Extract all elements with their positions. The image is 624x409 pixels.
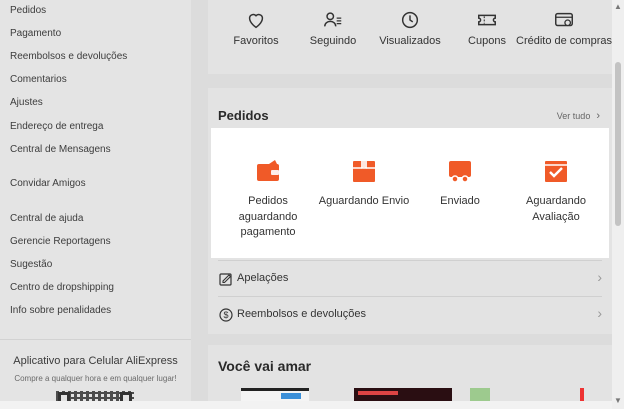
app-promo-title: Aplicativo para Celular AliExpress — [13, 355, 178, 367]
appeals-row[interactable]: Apelações › — [218, 260, 602, 296]
quick-links-card: Favoritos Seguindo Visualizados Cupons C… — [208, 0, 612, 74]
edit-icon — [219, 273, 232, 286]
order-status-label: Pedidos aguardando pagamento — [238, 195, 298, 238]
scroll-down-icon[interactable]: ▼ — [614, 396, 622, 405]
see-all-label: Ver tudo — [556, 111, 591, 121]
svg-text:$: $ — [223, 310, 228, 320]
user-follow-icon — [324, 12, 342, 27]
coupon-icon — [478, 14, 496, 26]
wallet-icon — [257, 160, 279, 181]
account-sidebar: Pedidos Pagamento Reembolsos e devoluçõe… — [0, 0, 191, 409]
order-status-awaiting-review[interactable]: Aguardando Avaliação — [508, 128, 604, 225]
clock-icon — [401, 11, 419, 29]
see-all-link[interactable]: Ver tudo › — [557, 110, 600, 122]
chevron-right-icon: › — [597, 269, 602, 285]
truck-icon — [449, 161, 471, 183]
orders-title: Pedidos — [218, 108, 269, 123]
refund-icon: $ — [219, 308, 233, 322]
quick-link-label: Crédito de compras — [516, 35, 612, 47]
sidebar-item-ajuda[interactable]: Central de ajuda — [10, 213, 83, 224]
quick-link-credito[interactable]: Crédito de compras — [516, 0, 612, 48]
orders-card: Pedidos Ver tudo › Pedidos aguardando pag… — [208, 88, 612, 334]
refunds-row[interactable]: $ Reembolsos e devoluções › — [218, 296, 602, 332]
app-promo-subtitle: Compre a qualquer hora e em qualquer lug… — [14, 374, 177, 383]
recommendations-card: Você vai amar — [208, 345, 612, 409]
horizontal-scrollbar[interactable] — [0, 401, 612, 409]
order-status-label: Aguardando Envio — [318, 195, 410, 207]
order-status-awaiting-shipment[interactable]: Aguardando Envio — [316, 128, 412, 210]
account-main: Favoritos Seguindo Visualizados Cupons C… — [208, 0, 612, 409]
product-thumbnail-graphic — [281, 393, 301, 399]
mobile-app-promo: Aplicativo para Celular AliExpress Compr… — [0, 339, 191, 409]
heart-icon — [248, 13, 264, 29]
refunds-label: Reembolsos e devoluções — [237, 308, 367, 320]
sidebar-item-penalidades[interactable]: Info sobre penalidades — [10, 305, 111, 316]
sidebar-item-pagamento[interactable]: Pagamento — [10, 28, 61, 39]
chevron-right-icon: › — [596, 110, 600, 122]
scroll-up-icon[interactable]: ▲ — [614, 2, 622, 11]
page: Pedidos Pagamento Reembolsos e devoluçõe… — [0, 0, 624, 409]
sidebar-item-endereco[interactable]: Endereço de entrega — [10, 121, 103, 132]
credit-icon — [555, 12, 573, 27]
sidebar-item-sugestao[interactable]: Sugestão — [10, 259, 52, 270]
review-check-icon — [545, 161, 567, 182]
sidebar-item-convidar[interactable]: Convidar Amigos — [10, 178, 86, 189]
package-icon — [353, 161, 375, 182]
sidebar-item-mensagens[interactable]: Central de Mensagens — [10, 144, 111, 155]
order-status-label: Aguardando Avaliação — [526, 195, 586, 223]
order-status-panel: Pedidos aguardando pagamento Aguardando … — [211, 128, 609, 258]
chevron-right-icon: › — [597, 305, 602, 321]
order-status-awaiting-payment[interactable]: Pedidos aguardando pagamento — [220, 128, 316, 241]
sidebar-item-comentarios[interactable]: Comentarios — [10, 74, 67, 85]
sidebar-item-dropshipping[interactable]: Centro de dropshipping — [10, 282, 114, 293]
vertical-scrollbar[interactable]: ▲ ▼ — [612, 0, 624, 409]
sidebar-item-reembolsos[interactable]: Reembolsos e devoluções — [10, 51, 127, 62]
order-status-label: Enviado — [440, 195, 480, 207]
appeals-label: Apelações — [237, 272, 289, 284]
product-thumbnail-graphic — [358, 391, 398, 395]
sidebar-item-pedidos[interactable]: Pedidos — [10, 5, 46, 16]
recommendations-title: Você vai amar — [218, 358, 312, 374]
scrollbar-thumb[interactable] — [615, 62, 621, 226]
order-status-shipped[interactable]: Enviado — [412, 128, 508, 210]
sidebar-item-reportagens[interactable]: Gerencie Reportagens — [10, 236, 111, 247]
sidebar-item-ajustes[interactable]: Ajustes — [10, 97, 43, 108]
